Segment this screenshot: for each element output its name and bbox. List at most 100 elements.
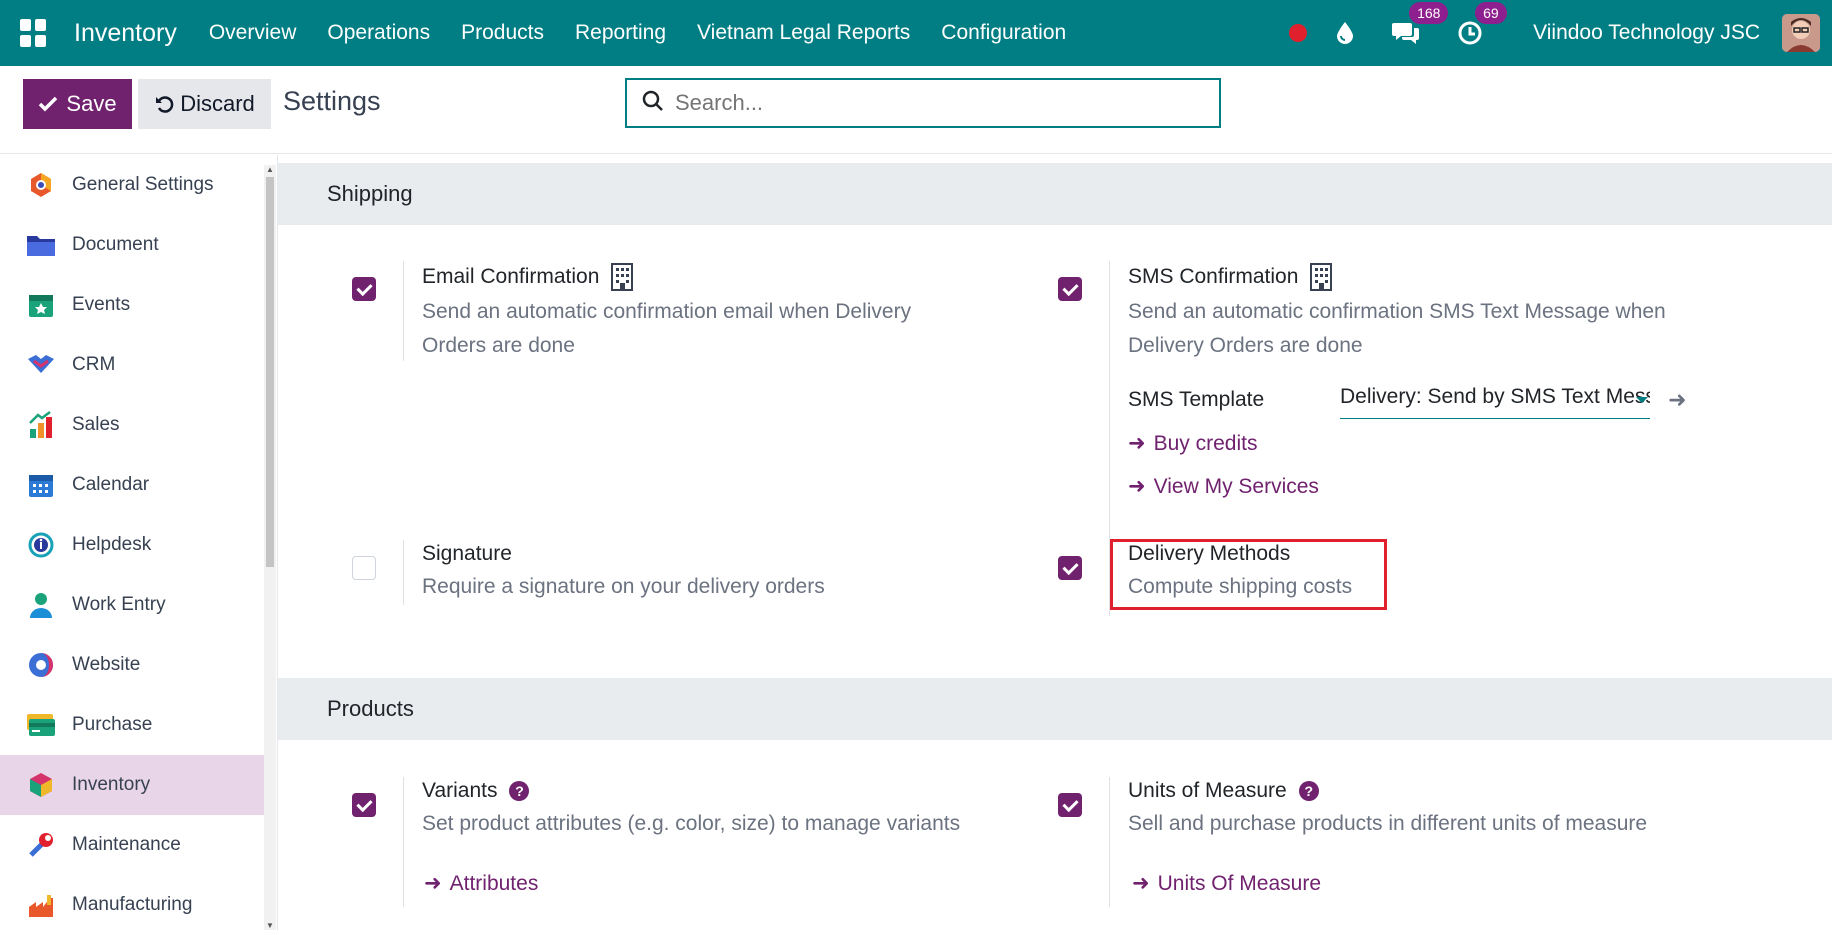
sidebar-item-purchase[interactable]: Purchase	[0, 695, 264, 755]
sidebar-item-maintenance[interactable]: Maintenance	[0, 815, 264, 875]
sms-confirmation-desc-line2: Delivery Orders are done	[1128, 334, 1363, 357]
control-panel: Save Discard Settings	[0, 66, 1832, 154]
sms-template-value: Delivery: Send by SMS Text Message	[1340, 385, 1650, 408]
signature-checkbox[interactable]	[352, 556, 376, 580]
manufacturing-icon	[26, 890, 56, 920]
sidebar-item-document[interactable]: Document	[0, 215, 264, 275]
variants-label: Variants	[422, 779, 498, 802]
company-building-icon	[611, 263, 634, 291]
arrow-right-icon: ➜	[1132, 872, 1150, 895]
apps-grid-icon[interactable]	[20, 19, 48, 47]
sidebar-item-work-entry[interactable]: Work Entry	[0, 575, 264, 635]
menu-operations[interactable]: Operations	[327, 21, 430, 45]
work-entry-icon	[26, 590, 56, 620]
menu-products[interactable]: Products	[461, 21, 544, 45]
sidebar-item-inventory[interactable]: Inventory	[0, 755, 264, 815]
company-building-icon	[1310, 263, 1333, 291]
sidebar-item-label: Sales	[72, 414, 120, 435]
chevron-down-icon	[1636, 397, 1648, 403]
save-button[interactable]: Save	[23, 79, 132, 129]
save-button-label: Save	[66, 91, 117, 116]
sidebar-item-calendar[interactable]: Calendar	[0, 455, 264, 515]
activities-count-badge: 69	[1475, 2, 1507, 24]
delivery-methods-checkbox[interactable]	[1058, 556, 1082, 580]
sms-template-select[interactable]: Delivery: Send by SMS Text Message	[1340, 385, 1650, 419]
sms-template-label: SMS Template	[1128, 388, 1265, 411]
recording-dot-icon[interactable]	[1289, 24, 1308, 42]
crm-icon	[26, 350, 56, 380]
sidebar-item-general-settings[interactable]: General Settings	[0, 155, 264, 215]
divider-line	[403, 777, 404, 907]
settings-content: Shipping Email Confirmation Send an auto…	[278, 155, 1832, 930]
menu-vietnam-legal-reports[interactable]: Vietnam Legal Reports	[697, 21, 910, 45]
signature-title: Signature	[422, 542, 512, 565]
annotation-highlight-box	[1110, 539, 1387, 610]
external-link-arrow-icon[interactable]: ➜	[1668, 387, 1686, 413]
chat-icon[interactable]: 168	[1391, 2, 1449, 46]
email-confirmation-desc-line2: Orders are done	[422, 334, 575, 357]
scroll-down-arrow-icon[interactable]: ▼	[266, 921, 274, 930]
units-of-measure-title: Units of Measure ?	[1128, 779, 1319, 803]
company-switcher[interactable]: Viindoo Technology JSC	[1533, 21, 1760, 45]
attributes-link[interactable]: ➜ Attributes	[424, 871, 538, 896]
email-confirmation-checkbox[interactable]	[352, 277, 376, 301]
sidebar-item-label: Purchase	[72, 714, 153, 735]
sidebar-scrollbar[interactable]: ▲ ▼	[264, 165, 276, 930]
view-my-services-link[interactable]: ➜ View My Services	[1128, 474, 1319, 499]
discard-button[interactable]: Discard	[138, 79, 271, 129]
sidebar-item-label: Calendar	[72, 474, 150, 495]
sms-confirmation-checkbox[interactable]	[1058, 277, 1082, 301]
section-heading-shipping: Shipping	[278, 163, 1832, 225]
sidebar-item-sales[interactable]: Sales	[0, 395, 264, 455]
variants-title: Variants ?	[422, 779, 530, 803]
general-settings-icon	[26, 170, 56, 200]
signature-description: Require a signature on your delivery ord…	[422, 575, 825, 598]
menu-overview[interactable]: Overview	[209, 21, 297, 45]
help-question-icon[interactable]: ?	[1298, 781, 1319, 801]
variants-checkbox[interactable]	[352, 793, 376, 817]
buy-credits-label: Buy credits	[1153, 431, 1258, 455]
navbar-systray: 168 69 Viindoo Technology JSC	[1289, 0, 1832, 66]
sidebar-item-label: Inventory	[72, 774, 151, 795]
sidebar-item-website[interactable]: Website	[0, 635, 264, 695]
sidebar-item-label: General Settings	[72, 174, 214, 195]
search-icon	[641, 89, 665, 118]
divider-line	[1109, 777, 1110, 907]
email-confirmation-title: Email Confirmation	[422, 263, 634, 291]
sidebar-item-label: Events	[72, 294, 131, 315]
sidebar-item-helpdesk[interactable]: Helpdesk	[0, 515, 264, 575]
sms-confirmation-label: SMS Confirmation	[1128, 265, 1299, 288]
sidebar-item-events[interactable]: Events	[0, 275, 264, 335]
droplet-icon[interactable]	[1335, 21, 1355, 45]
scrollbar-thumb[interactable]	[266, 177, 274, 567]
units-of-measure-checkbox[interactable]	[1058, 793, 1082, 817]
menu-configuration[interactable]: Configuration	[941, 21, 1066, 45]
menu-reporting[interactable]: Reporting	[575, 21, 666, 45]
sidebar-item-label: CRM	[72, 354, 116, 375]
sidebar-item-label: Helpdesk	[72, 534, 152, 555]
divider-line	[403, 540, 404, 605]
email-confirmation-label: Email Confirmation	[422, 265, 600, 288]
search-box[interactable]	[625, 78, 1221, 128]
sidebar-item-label: Work Entry	[72, 594, 166, 615]
sidebar-item-crm[interactable]: CRM	[0, 335, 264, 395]
sms-confirmation-desc-line1: Send an automatic confirmation SMS Text …	[1128, 300, 1666, 323]
units-of-measure-link-label: Units Of Measure	[1157, 871, 1321, 895]
top-navbar: Inventory Overview Operations Products R…	[0, 0, 1832, 66]
divider-line	[403, 261, 404, 361]
search-input[interactable]	[675, 90, 1175, 116]
app-name[interactable]: Inventory	[74, 19, 177, 48]
user-avatar[interactable]	[1782, 14, 1820, 52]
scroll-up-arrow-icon[interactable]: ▲	[266, 165, 274, 174]
help-question-icon[interactable]: ?	[509, 781, 530, 801]
units-of-measure-link[interactable]: ➜ Units Of Measure	[1132, 871, 1321, 896]
view-my-services-label: View My Services	[1153, 474, 1319, 498]
buy-credits-link[interactable]: ➜ Buy credits	[1128, 431, 1257, 456]
sidebar-item-label: Document	[72, 234, 159, 255]
sidebar-item-label: Website	[72, 654, 141, 675]
discard-button-label: Discard	[180, 91, 255, 116]
sms-confirmation-title: SMS Confirmation	[1128, 263, 1333, 291]
page-title: Settings	[283, 86, 381, 116]
clock-icon[interactable]: 69	[1457, 2, 1507, 46]
sidebar-item-manufacturing[interactable]: Manufacturing	[0, 875, 264, 935]
